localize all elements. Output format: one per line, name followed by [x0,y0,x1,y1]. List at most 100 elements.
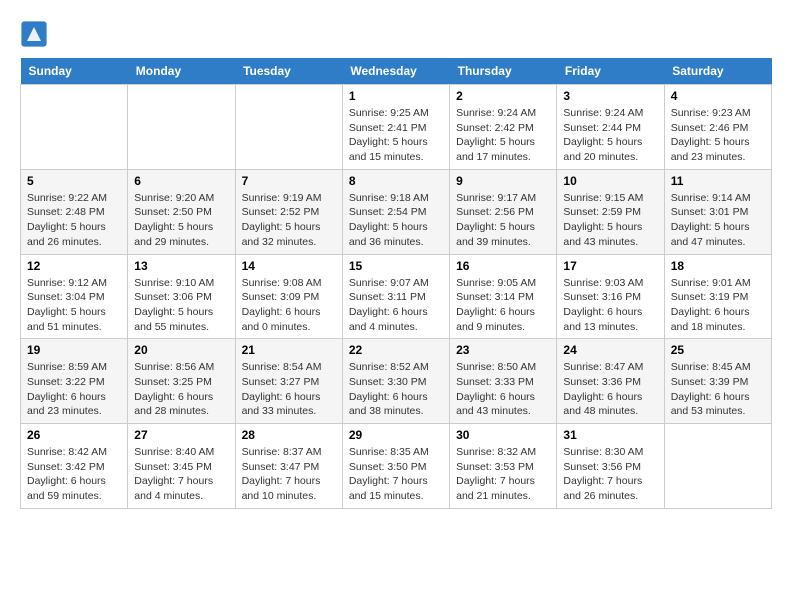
day-number: 31 [563,428,657,442]
calendar-day-cell: 15Sunrise: 9:07 AM Sunset: 3:11 PM Dayli… [342,254,449,339]
calendar-day-cell: 6 Sunrise: 9:20 AM Sunset: 2:50 PM Daylig… [128,169,235,254]
day-info: Sunrise: 8:50 AM Sunset: 3:33 PM Dayligh… [456,360,550,419]
calendar-day-cell: 22 Sunrise: 8:52 AM Sunset: 3:30 PM Dayli… [342,339,449,424]
day-info: Sunrise: 9:25 AM Sunset: 2:41 PM Dayligh… [349,106,443,165]
weekday-header-tuesday: Tuesday [235,58,342,85]
day-number: 23 [456,343,550,357]
day-info: Sunrise: 9:03 AM Sunset: 3:16 PM Dayligh… [563,276,657,335]
calendar-day-cell: 30 Sunrise: 8:32 AM Sunset: 3:53 PM Dayli… [450,424,557,509]
calendar-day-cell: 20 Sunrise: 8:56 AM Sunset: 3:25 PM Dayli… [128,339,235,424]
day-number: 12 [27,259,121,273]
calendar-table: SundayMondayTuesdayWednesdayThursdayFrid… [20,58,772,509]
calendar-day-cell: 5 Sunrise: 9:22 AM Sunset: 2:48 PM Daylig… [21,169,128,254]
day-number: 2 [456,89,550,103]
day-info: Sunrise: 9:12 AM Sunset: 3:04 PM Dayligh… [27,276,121,335]
calendar-day-cell: 29Sunrise: 8:35 AM Sunset: 3:50 PM Dayli… [342,424,449,509]
day-info: Sunrise: 9:08 AM Sunset: 3:09 PM Dayligh… [242,276,336,335]
day-info: Sunrise: 9:10 AM Sunset: 3:06 PM Dayligh… [134,276,228,335]
calendar-day-cell: 21 Sunrise: 8:54 AM Sunset: 3:27 PM Dayli… [235,339,342,424]
day-info: Sunrise: 8:30 AM Sunset: 3:56 PM Dayligh… [563,445,657,504]
day-info: Sunrise: 9:05 AM Sunset: 3:14 PM Dayligh… [456,276,550,335]
day-info: Sunrise: 8:37 AM Sunset: 3:47 PM Dayligh… [242,445,336,504]
calendar-empty-cell [128,85,235,170]
day-number: 28 [242,428,336,442]
day-info: Sunrise: 8:47 AM Sunset: 3:36 PM Dayligh… [563,360,657,419]
calendar-empty-cell [235,85,342,170]
calendar-day-cell: 28 Sunrise: 8:37 AM Sunset: 3:47 PM Dayli… [235,424,342,509]
day-number: 30 [456,428,550,442]
calendar-day-cell: 2 Sunrise: 9:24 AM Sunset: 2:42 PM Daylig… [450,85,557,170]
weekday-header-saturday: Saturday [664,58,771,85]
calendar-header: SundayMondayTuesdayWednesdayThursdayFrid… [21,58,772,85]
calendar-day-cell: 12 Sunrise: 9:12 AM Sunset: 3:04 PM Dayli… [21,254,128,339]
calendar-day-cell: 11 Sunrise: 9:14 AM Sunset: 3:01 PM Dayli… [664,169,771,254]
day-number: 18 [671,259,765,273]
day-number: 1 [349,89,443,103]
day-info: Sunrise: 8:32 AM Sunset: 3:53 PM Dayligh… [456,445,550,504]
day-info: Sunrise: 9:24 AM Sunset: 2:42 PM Dayligh… [456,106,550,165]
calendar-day-cell: 27Sunrise: 8:40 AM Sunset: 3:45 PM Dayli… [128,424,235,509]
logo-icon [20,20,48,48]
day-info: Sunrise: 9:17 AM Sunset: 2:56 PM Dayligh… [456,191,550,250]
calendar-day-cell: 10Sunrise: 9:15 AM Sunset: 2:59 PM Dayli… [557,169,664,254]
calendar-day-cell: 8Sunrise: 9:18 AM Sunset: 2:54 PM Daylig… [342,169,449,254]
calendar-week-row: 26 Sunrise: 8:42 AM Sunset: 3:42 PM Dayli… [21,424,772,509]
day-number: 11 [671,174,765,188]
day-info: Sunrise: 9:24 AM Sunset: 2:44 PM Dayligh… [563,106,657,165]
calendar-day-cell: 9Sunrise: 9:17 AM Sunset: 2:56 PM Daylig… [450,169,557,254]
day-info: Sunrise: 9:19 AM Sunset: 2:52 PM Dayligh… [242,191,336,250]
day-info: Sunrise: 9:07 AM Sunset: 3:11 PM Dayligh… [349,276,443,335]
weekday-header-sunday: Sunday [21,58,128,85]
calendar-day-cell: 26 Sunrise: 8:42 AM Sunset: 3:42 PM Dayli… [21,424,128,509]
calendar-day-cell: 23 Sunrise: 8:50 AM Sunset: 3:33 PM Dayli… [450,339,557,424]
day-info: Sunrise: 8:40 AM Sunset: 3:45 PM Dayligh… [134,445,228,504]
calendar-week-row: 19 Sunrise: 8:59 AM Sunset: 3:22 PM Dayli… [21,339,772,424]
weekday-header-row: SundayMondayTuesdayWednesdayThursdayFrid… [21,58,772,85]
calendar-day-cell: 13Sunrise: 9:10 AM Sunset: 3:06 PM Dayli… [128,254,235,339]
calendar-day-cell: 4Sunrise: 9:23 AM Sunset: 2:46 PM Daylig… [664,85,771,170]
calendar-day-cell: 31 Sunrise: 8:30 AM Sunset: 3:56 PM Dayli… [557,424,664,509]
day-number: 17 [563,259,657,273]
day-number: 3 [563,89,657,103]
day-info: Sunrise: 8:45 AM Sunset: 3:39 PM Dayligh… [671,360,765,419]
day-number: 24 [563,343,657,357]
day-info: Sunrise: 9:01 AM Sunset: 3:19 PM Dayligh… [671,276,765,335]
weekday-header-monday: Monday [128,58,235,85]
day-number: 26 [27,428,121,442]
calendar-day-cell: 18 Sunrise: 9:01 AM Sunset: 3:19 PM Dayli… [664,254,771,339]
weekday-header-wednesday: Wednesday [342,58,449,85]
day-number: 20 [134,343,228,357]
calendar-day-cell: 24 Sunrise: 8:47 AM Sunset: 3:36 PM Dayli… [557,339,664,424]
calendar-day-cell: 17 Sunrise: 9:03 AM Sunset: 3:16 PM Dayli… [557,254,664,339]
weekday-header-friday: Friday [557,58,664,85]
calendar-empty-cell [664,424,771,509]
day-info: Sunrise: 9:20 AM Sunset: 2:50 PM Dayligh… [134,191,228,250]
calendar-week-row: 12 Sunrise: 9:12 AM Sunset: 3:04 PM Dayli… [21,254,772,339]
day-number: 5 [27,174,121,188]
calendar-day-cell: 14 Sunrise: 9:08 AM Sunset: 3:09 PM Dayli… [235,254,342,339]
weekday-header-thursday: Thursday [450,58,557,85]
day-number: 14 [242,259,336,273]
day-number: 7 [242,174,336,188]
day-number: 19 [27,343,121,357]
day-number: 6 [134,174,228,188]
logo [20,20,52,48]
calendar-day-cell: 25Sunrise: 8:45 AM Sunset: 3:39 PM Dayli… [664,339,771,424]
calendar-day-cell: 7 Sunrise: 9:19 AM Sunset: 2:52 PM Daylig… [235,169,342,254]
calendar-body: 1 Sunrise: 9:25 AM Sunset: 2:41 PM Daylig… [21,85,772,509]
day-info: Sunrise: 8:56 AM Sunset: 3:25 PM Dayligh… [134,360,228,419]
day-number: 22 [349,343,443,357]
day-info: Sunrise: 9:22 AM Sunset: 2:48 PM Dayligh… [27,191,121,250]
day-info: Sunrise: 8:52 AM Sunset: 3:30 PM Dayligh… [349,360,443,419]
day-info: Sunrise: 8:35 AM Sunset: 3:50 PM Dayligh… [349,445,443,504]
day-number: 8 [349,174,443,188]
calendar-week-row: 1 Sunrise: 9:25 AM Sunset: 2:41 PM Daylig… [21,85,772,170]
day-info: Sunrise: 8:59 AM Sunset: 3:22 PM Dayligh… [27,360,121,419]
page-header [20,20,772,48]
day-info: Sunrise: 8:54 AM Sunset: 3:27 PM Dayligh… [242,360,336,419]
day-number: 21 [242,343,336,357]
day-info: Sunrise: 8:42 AM Sunset: 3:42 PM Dayligh… [27,445,121,504]
calendar-day-cell: 3 Sunrise: 9:24 AM Sunset: 2:44 PM Daylig… [557,85,664,170]
calendar-week-row: 5 Sunrise: 9:22 AM Sunset: 2:48 PM Daylig… [21,169,772,254]
day-info: Sunrise: 9:14 AM Sunset: 3:01 PM Dayligh… [671,191,765,250]
